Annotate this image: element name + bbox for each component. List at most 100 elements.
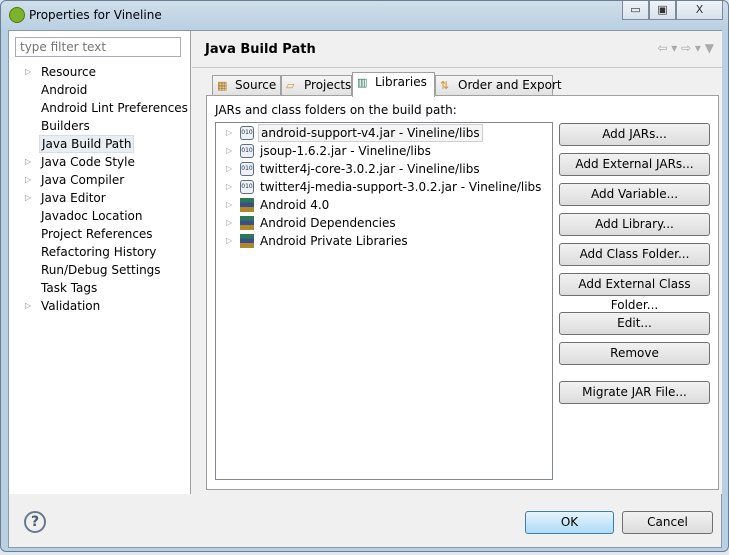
expand-arrow-icon[interactable]: ▷ bbox=[25, 189, 31, 207]
libraries-icon: ▥ bbox=[357, 76, 368, 89]
sidebar-item[interactable]: Task Tags bbox=[9, 279, 191, 297]
remove-button[interactable]: Remove bbox=[559, 342, 710, 365]
migrate-jar-file-button[interactable]: Migrate JAR File... bbox=[559, 381, 710, 404]
list-label: JARs and class folders on the build path… bbox=[215, 103, 457, 117]
app-icon bbox=[9, 7, 25, 23]
close-button[interactable]: X bbox=[676, 1, 723, 20]
build-path-list[interactable]: ▷ 010 android-support-v4.jar - Vineline/li… bbox=[215, 122, 553, 480]
sidebar-item[interactable]: Android Lint Preferences bbox=[9, 99, 191, 117]
add-class-folder-button[interactable]: Add Class Folder... bbox=[559, 243, 710, 266]
page-title: Java Build Path bbox=[205, 42, 316, 57]
list-item[interactable]: ▷ 010 twitter4j-media-support-3.0.2.jar - … bbox=[216, 178, 552, 196]
sidebar-item-label: Run/Debug Settings bbox=[41, 263, 161, 277]
library-icon bbox=[240, 198, 254, 212]
tab-label: Libraries bbox=[375, 75, 427, 89]
sidebar-item[interactable]: Project References bbox=[9, 225, 191, 243]
libraries-panel: JARs and class folders on the build path… bbox=[206, 95, 719, 490]
tab-libraries[interactable]: ▥ Libraries bbox=[352, 72, 435, 97]
tab-label: Projects bbox=[304, 78, 352, 92]
list-item[interactable]: ▷ Android 4.0 bbox=[216, 196, 552, 214]
expand-arrow-icon[interactable]: ▷ bbox=[25, 171, 31, 189]
expand-arrow-icon[interactable]: ▷ bbox=[226, 160, 232, 178]
sidebar-item[interactable]: ▷ Java Editor bbox=[9, 189, 191, 207]
divider bbox=[192, 67, 722, 68]
entry-label: Android Private Libraries bbox=[260, 234, 408, 248]
jar-icon: 010 bbox=[240, 144, 254, 158]
window-title: Properties for Vineline bbox=[29, 8, 162, 22]
sidebar-item[interactable]: ▷ Java Code Style bbox=[9, 153, 191, 171]
tab-label: Order and Export bbox=[458, 78, 562, 92]
sidebar-item-label: Java Editor bbox=[41, 191, 106, 205]
help-icon[interactable]: ? bbox=[24, 511, 46, 533]
add-library-button[interactable]: Add Library... bbox=[559, 213, 710, 236]
list-item[interactable]: ▷ Android Private Libraries bbox=[216, 232, 552, 250]
edit-button[interactable]: Edit... bbox=[559, 312, 710, 335]
list-item[interactable]: ▷ 010 twitter4j-core-3.0.2.jar - Vineline/… bbox=[216, 160, 552, 178]
expand-arrow-icon[interactable]: ▷ bbox=[25, 63, 31, 81]
sidebar-item[interactable]: Java Build Path bbox=[9, 135, 191, 153]
sidebar-item-label: Android bbox=[41, 83, 88, 97]
jar-icon: 010 bbox=[240, 180, 254, 194]
tab-source[interactable]: ▦ Source bbox=[212, 75, 281, 96]
sidebar-item-label: Validation bbox=[41, 299, 101, 313]
sidebar-item[interactable]: Builders bbox=[9, 117, 191, 135]
expand-arrow-icon[interactable]: ▷ bbox=[226, 196, 232, 214]
sidebar-item-label: Project References bbox=[41, 227, 153, 241]
sidebar-item-label: Javadoc Location bbox=[41, 209, 143, 223]
tab-projects[interactable]: ▱ Projects bbox=[281, 75, 352, 96]
tab-label: Source bbox=[235, 78, 277, 92]
list-item[interactable]: ▷ 010 jsoup-1.6.2.jar - Vineline/libs bbox=[216, 142, 552, 160]
library-icon bbox=[240, 234, 254, 248]
library-icon bbox=[240, 216, 254, 230]
filter-input[interactable] bbox=[15, 37, 181, 57]
sidebar-item-label: Java Build Path bbox=[39, 135, 135, 153]
add-jars-button[interactable]: Add JARs... bbox=[559, 123, 710, 146]
expand-arrow-icon[interactable]: ▷ bbox=[226, 178, 232, 196]
sidebar-item-label: Java Compiler bbox=[41, 173, 125, 187]
sidebar-item[interactable]: Run/Debug Settings bbox=[9, 261, 191, 279]
jar-icon: 010 bbox=[240, 126, 254, 140]
page-pane: Java Build Path ⇦ ▾ ⇨ ▾ ▼ ▦ Source ▱ Projec… bbox=[192, 31, 722, 494]
entry-label: Android 4.0 bbox=[260, 198, 330, 212]
sidebar-item-label: Refactoring History bbox=[41, 245, 157, 259]
expand-arrow-icon[interactable]: ▷ bbox=[25, 297, 31, 315]
add-external-class-folder-button[interactable]: Add External Class Folder... bbox=[559, 273, 710, 312]
dialog-content: ▷ Resource Android Android Lint Preferences… bbox=[8, 30, 722, 548]
jar-icon: 010 bbox=[240, 162, 254, 176]
entry-label: twitter4j-media-support-3.0.2.jar - Vine… bbox=[260, 180, 542, 194]
sidebar-item[interactable]: Refactoring History bbox=[9, 243, 191, 261]
sidebar-item[interactable]: Android bbox=[9, 81, 191, 99]
sidebar-item-label: Builders bbox=[41, 119, 90, 133]
sidebar-item-label: Android Lint Preferences bbox=[41, 101, 188, 115]
sidebar-item-label: Resource bbox=[41, 65, 97, 79]
sidebar-item[interactable]: ▷ Validation bbox=[9, 297, 191, 315]
ok-button[interactable]: OK bbox=[525, 511, 614, 534]
entry-label: twitter4j-core-3.0.2.jar - Vineline/libs bbox=[260, 162, 480, 176]
expand-arrow-icon[interactable]: ▷ bbox=[226, 214, 232, 232]
cancel-button[interactable]: Cancel bbox=[622, 511, 713, 534]
entry-label: android-support-v4.jar - Vineline/libs bbox=[258, 124, 483, 142]
tab-order-and-export[interactable]: ⇅ Order and Export bbox=[435, 75, 562, 96]
maximize-button[interactable]: ▣ bbox=[649, 1, 676, 20]
list-item[interactable]: ▷ 010 android-support-v4.jar - Vineline/li… bbox=[216, 124, 552, 142]
minimize-button[interactable]: ▭ bbox=[622, 1, 649, 20]
entry-label: jsoup-1.6.2.jar - Vineline/libs bbox=[260, 144, 431, 158]
sidebar-item-label: Task Tags bbox=[41, 281, 98, 295]
sidebar-item[interactable]: ▷ Resource bbox=[9, 63, 191, 81]
history-nav[interactable]: ⇦ ▾ ⇨ ▾ ▼ bbox=[657, 41, 714, 55]
add-variable-button[interactable]: Add Variable... bbox=[559, 183, 710, 206]
expand-arrow-icon[interactable]: ▷ bbox=[226, 124, 232, 142]
expand-arrow-icon[interactable]: ▷ bbox=[226, 232, 232, 250]
properties-window: Properties for Vineline ▭ ▣ X ▷ Resource A… bbox=[0, 0, 729, 552]
sidebar: ▷ Resource Android Android Lint Preferences… bbox=[9, 31, 191, 494]
list-item[interactable]: ▷ Android Dependencies bbox=[216, 214, 552, 232]
entry-label: Android Dependencies bbox=[260, 216, 396, 230]
sidebar-item-label: Java Code Style bbox=[41, 155, 135, 169]
projects-folder-icon: ▱ bbox=[286, 79, 295, 92]
expand-arrow-icon[interactable]: ▷ bbox=[25, 153, 31, 171]
add-external-jars-button[interactable]: Add External JARs... bbox=[559, 153, 710, 176]
sidebar-item[interactable]: Javadoc Location bbox=[9, 207, 191, 225]
order-export-icon: ⇅ bbox=[440, 79, 450, 92]
sidebar-item[interactable]: ▷ Java Compiler bbox=[9, 171, 191, 189]
expand-arrow-icon[interactable]: ▷ bbox=[226, 142, 232, 160]
